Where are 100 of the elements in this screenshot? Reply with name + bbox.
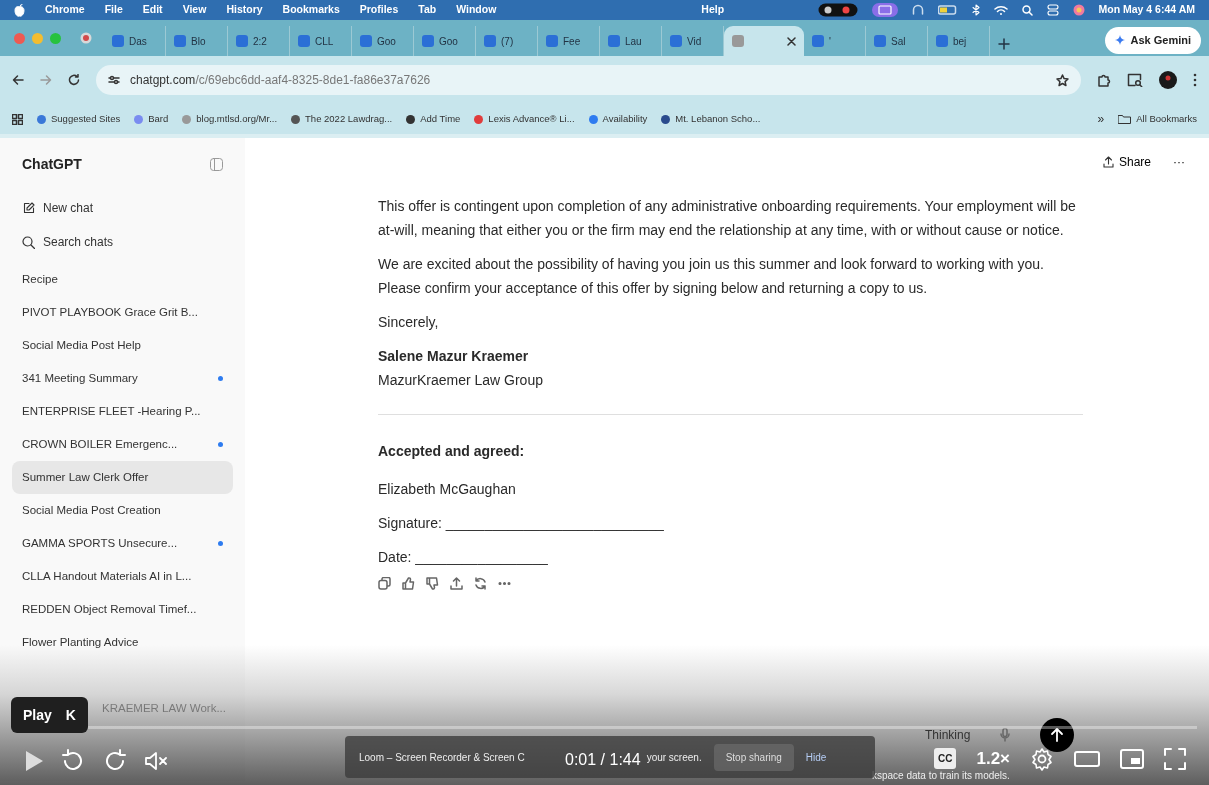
video-time: 0:01 / 1:44 xyxy=(565,750,641,770)
letter-paragraph: This offer is contingent upon completion of any administrative onboarding requirements. Your employment will be at-will, meaning that either you or the firm may end the relationship at any time, with or without cause or notice. xyxy=(378,197,1077,240)
bookmark-link[interactable]: Suggested Sites xyxy=(37,111,121,127)
search-icon xyxy=(22,235,35,249)
star-icon[interactable] xyxy=(1056,73,1069,87)
sparkle-icon xyxy=(1115,35,1126,46)
menu-item[interactable]: Help xyxy=(701,2,725,18)
headphones-icon[interactable] xyxy=(911,4,924,16)
shortcut-key: K xyxy=(65,704,76,726)
control-center-icon[interactable] xyxy=(1046,4,1059,16)
search-icon[interactable] xyxy=(1021,4,1033,16)
record-icon[interactable] xyxy=(80,32,92,44)
pencil-icon xyxy=(22,201,35,215)
kebab-menu-icon[interactable] xyxy=(1193,73,1197,87)
chat-item[interactable]: ENTERPRISE FLEET -Hearing P... xyxy=(12,395,233,428)
settings-icon[interactable] xyxy=(1030,746,1054,771)
search-chats-button[interactable]: Search chats xyxy=(12,225,233,259)
section-heading: Accepted and agreed: xyxy=(378,442,526,461)
back-arrow-icon[interactable] xyxy=(12,74,24,86)
chat-item[interactable]: Social Media Post Creation xyxy=(12,494,233,527)
record-control-icon[interactable] xyxy=(817,3,858,17)
signer-name: Salene Mazur Kraemer xyxy=(378,347,530,366)
chat-item[interactable]: CLLA Handout Materials AI in L... xyxy=(12,560,233,593)
send-button[interactable] xyxy=(1040,718,1075,752)
menu-item[interactable]: View xyxy=(182,2,207,18)
chat-item[interactable]: GAMMA SPORTS Unsecure... xyxy=(12,527,233,560)
reload-icon[interactable] xyxy=(68,74,80,86)
color-wheel-icon[interactable] xyxy=(1072,4,1085,16)
microphone-icon[interactable] xyxy=(1000,728,1011,742)
model-picker[interactable]: Thinking xyxy=(925,726,971,744)
address-bar[interactable]: chatgpt.com/c/69ebc6dd-aaf4-8325-8de1-fa86e37a7626 xyxy=(96,65,1081,95)
share-icon[interactable] xyxy=(450,577,463,590)
bookmarks-overflow-button[interactable]: » xyxy=(1097,110,1105,128)
app-menu[interactable]: Chrome xyxy=(45,2,85,18)
more-options-button[interactable]: ··· xyxy=(1173,153,1185,171)
avatar-icon[interactable] xyxy=(1159,71,1177,89)
apple-icon[interactable] xyxy=(14,3,25,17)
chat-item[interactable]: Summer Law Clerk Offer xyxy=(12,461,233,494)
bookmark-link[interactable]: Availability xyxy=(588,111,648,127)
menu-item[interactable]: Profiles xyxy=(359,2,399,18)
menu-item[interactable]: Tab xyxy=(418,2,437,18)
menu-item[interactable]: History xyxy=(226,2,263,18)
menu-item[interactable]: Bookmarks xyxy=(282,2,340,18)
letter-paragraph: Elizabeth McGaughan xyxy=(378,480,517,499)
thumbs-down-icon[interactable] xyxy=(426,577,439,590)
fullscreen-icon[interactable] xyxy=(1164,747,1186,770)
bookmark-link[interactable]: The 2022 Lawdrag... xyxy=(291,111,393,127)
menu-item[interactable]: Edit xyxy=(142,2,163,18)
chat-item[interactable]: PIVOT PLAYBOOK Grace Grit B... xyxy=(12,296,233,329)
letter-paragraph: We are excited about the possibility of having you join us this summer and look forward to working with you. Please confirm your acceptance of this offer by signing below and returning a copy to us. xyxy=(378,255,1045,298)
sidebar-title: ChatGPT xyxy=(22,155,82,174)
letter-paragraph: Signature: ____________________________ xyxy=(378,514,665,533)
regenerate-icon[interactable] xyxy=(474,577,487,590)
disclaimer-text: kspace data to train its models. xyxy=(872,769,1010,783)
ask-gemini-button[interactable]: Ask Gemini xyxy=(1105,27,1201,54)
plus-icon[interactable] xyxy=(998,38,1010,50)
new-chat-button[interactable]: New chat xyxy=(12,191,233,225)
site-settings-icon xyxy=(108,75,120,85)
bluetooth-icon[interactable] xyxy=(971,4,980,16)
thumbs-up-icon[interactable] xyxy=(402,577,415,590)
url-text: chatgpt.com/c/69ebc6dd-aaf4-8325-8de1-fa86e37a7626 xyxy=(130,72,431,89)
chat-item[interactable]: Social Media Post Help xyxy=(12,329,233,362)
stop-sharing-button[interactable]: Stop sharing xyxy=(713,743,794,771)
playback-speed-button[interactable]: 1.2× xyxy=(976,746,1010,772)
menubar-clock: Mon May 4 6:44 AM xyxy=(1098,2,1195,18)
chat-item[interactable]: Recipe xyxy=(12,263,233,296)
play-icon[interactable] xyxy=(24,749,44,773)
firm-name: MazurKraemer Law Group xyxy=(378,371,544,390)
copy-icon[interactable] xyxy=(378,577,391,590)
menu-item[interactable]: File xyxy=(104,2,123,18)
bookmark-link[interactable]: blog.mtlsd.org/Mr... xyxy=(182,111,278,127)
captions-button[interactable]: CC xyxy=(934,748,957,770)
chat-item[interactable]: Flower Planting Advice xyxy=(12,626,233,659)
chat-item[interactable]: 341 Meeting Summary xyxy=(12,362,233,395)
letter-paragraph: Date: _________________ xyxy=(378,548,549,567)
all-bookmarks-button[interactable]: All Bookmarks xyxy=(1118,111,1197,127)
battery-icon[interactable] xyxy=(937,5,958,15)
apps-grid-icon[interactable] xyxy=(12,113,23,125)
chat-item[interactable]: REDDEN Object Removal Timef... xyxy=(12,593,233,626)
puzzle-icon[interactable] xyxy=(1097,73,1111,87)
bookmark-link[interactable]: Lexis Advance® Li... xyxy=(474,111,575,127)
mute-icon[interactable] xyxy=(144,750,170,772)
share-button[interactable]: Share xyxy=(1102,153,1151,171)
loom-text: Loom – Screen Recorder & Screen C xyxy=(359,750,525,765)
wifi-icon[interactable] xyxy=(993,4,1008,16)
tab-search-icon[interactable] xyxy=(1127,73,1143,87)
letter-paragraph: Sincerely, xyxy=(378,313,440,332)
bookmark-link[interactable]: Mt. Lebanon Scho... xyxy=(661,111,761,127)
chat-item[interactable]: CROWN BOILER Emergenc... xyxy=(12,428,233,461)
folder-icon xyxy=(1118,114,1132,124)
menu-item[interactable]: Window xyxy=(456,2,497,18)
miniplayer-icon[interactable] xyxy=(1120,748,1144,769)
loom-text: your screen. xyxy=(646,750,702,765)
hide-link[interactable]: Hide xyxy=(805,749,827,765)
theater-mode-icon[interactable] xyxy=(1074,749,1100,768)
screen-share-icon[interactable] xyxy=(871,3,898,17)
bookmark-link[interactable]: Add Time xyxy=(406,111,461,127)
bookmark-link[interactable]: Bard xyxy=(134,111,169,127)
close-icon[interactable] xyxy=(787,36,796,46)
sidebar-toggle-icon[interactable] xyxy=(210,158,223,171)
